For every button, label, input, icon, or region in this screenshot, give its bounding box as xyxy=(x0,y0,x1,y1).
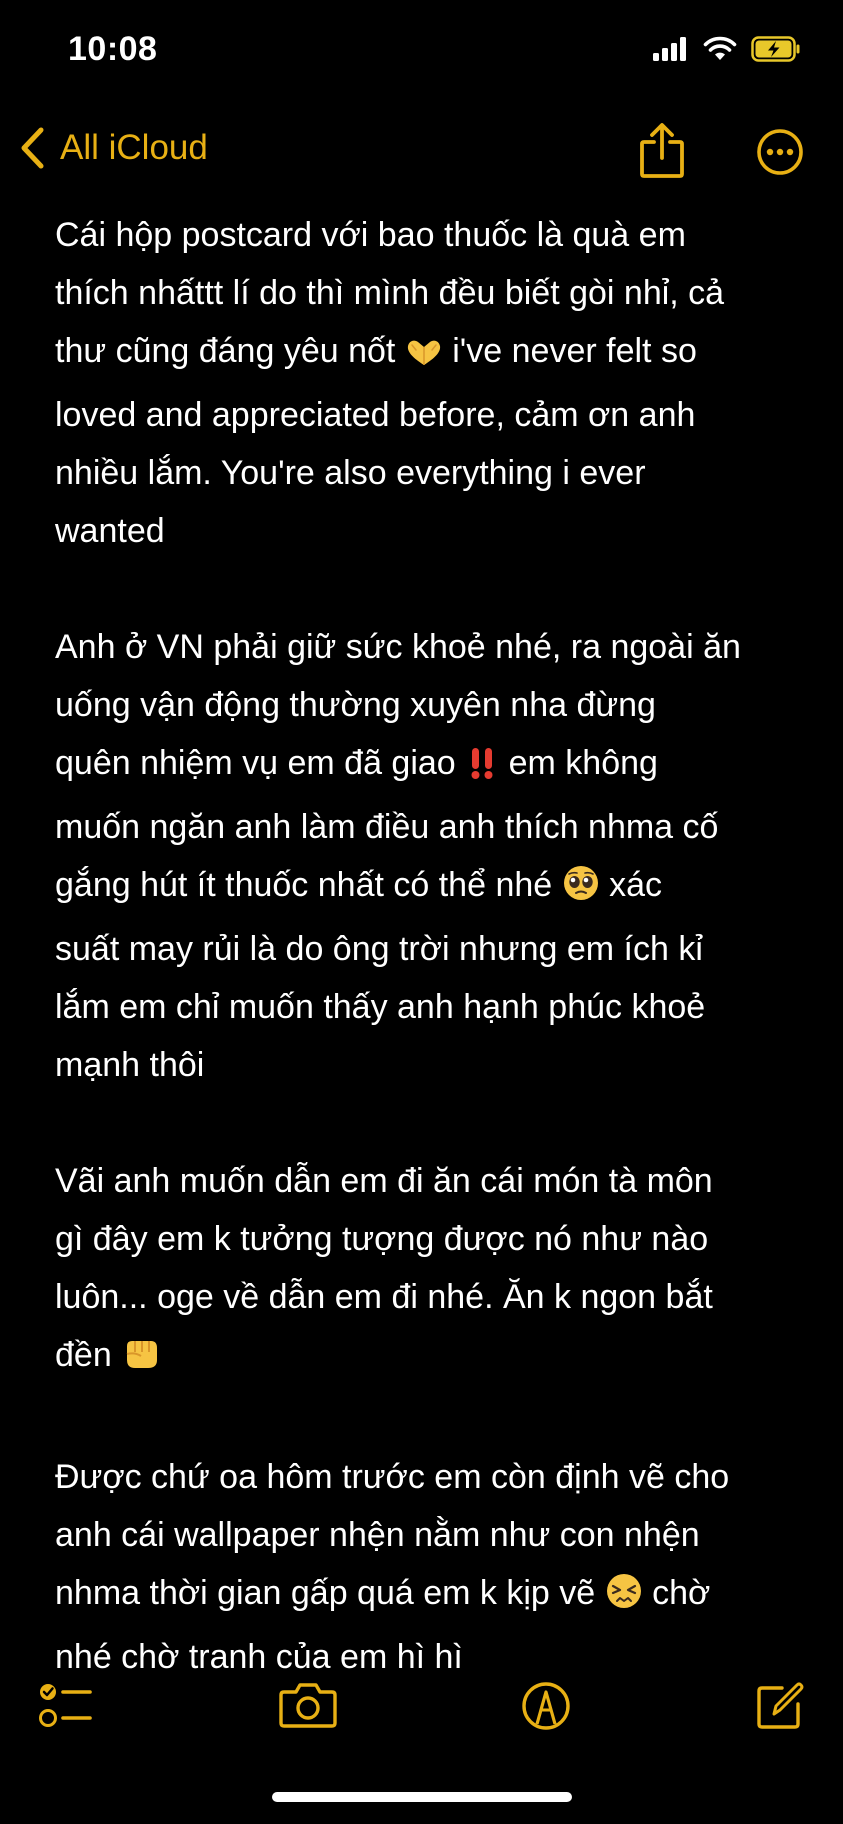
status-icons xyxy=(653,36,801,62)
markup-pen-icon xyxy=(522,1682,570,1730)
cellular-signal-icon xyxy=(653,37,686,61)
camera-button[interactable] xyxy=(278,1680,338,1735)
markup-button[interactable] xyxy=(520,1680,572,1737)
pleading-face-emoji xyxy=(562,862,600,920)
heart-hands-emoji xyxy=(405,328,443,386)
navigation-bar: All iCloud xyxy=(0,110,843,190)
bottom-toolbar xyxy=(0,1672,843,1742)
persevering-face-emoji xyxy=(605,1570,643,1628)
back-button[interactable]: All iCloud xyxy=(18,126,208,170)
note-body[interactable]: Cái hộp postcard với bao thuốc là quà em… xyxy=(55,206,815,1686)
checklist-icon xyxy=(39,1684,92,1727)
compose-button[interactable] xyxy=(754,1680,806,1737)
more-icon xyxy=(757,129,803,175)
battery-charging-icon xyxy=(751,36,800,62)
status-bar: 10:08 xyxy=(0,0,843,100)
compose-icon xyxy=(757,1682,804,1729)
home-indicator xyxy=(272,1792,572,1802)
chevron-left-icon xyxy=(21,127,44,169)
note-paragraph-2: Anh ở VN phải giữ sức khoẻ nhé, ra ngoài… xyxy=(55,618,815,1094)
share-button[interactable] xyxy=(638,122,686,185)
checklist-button[interactable] xyxy=(38,1680,94,1737)
more-button[interactable] xyxy=(756,128,804,181)
wifi-icon xyxy=(703,36,737,60)
note-paragraph-4: Được chứ oa hôm trước em còn định vẽ cho… xyxy=(55,1448,815,1686)
status-time: 10:08 xyxy=(68,30,158,68)
share-icon xyxy=(640,123,684,178)
double-exclamation-emoji xyxy=(465,740,499,798)
back-label: All iCloud xyxy=(60,128,208,167)
camera-icon xyxy=(279,1683,337,1728)
note-paragraph-3: Vãi anh muốn dẫn em đi ăn cái món tà môn… xyxy=(55,1152,815,1390)
note-paragraph-1: Cái hộp postcard với bao thuốc là quà em… xyxy=(55,206,815,560)
fist-emoji xyxy=(121,1332,161,1390)
